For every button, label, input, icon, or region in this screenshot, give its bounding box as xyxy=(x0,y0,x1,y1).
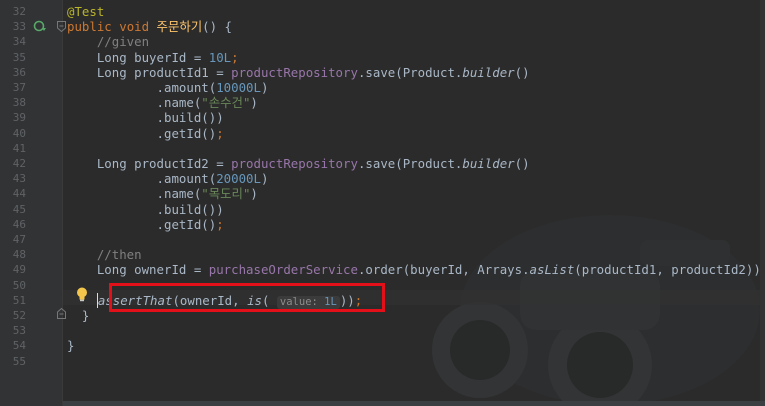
line-number: 38 xyxy=(12,96,26,110)
test-annotation: @Test xyxy=(67,4,105,19)
line-number: 37 xyxy=(12,81,26,94)
code-text: } xyxy=(67,338,75,354)
code-text: .getId() xyxy=(156,216,217,232)
line-number: 50 xyxy=(12,278,26,292)
keyword-public: public xyxy=(67,19,112,35)
code-text: .amount( xyxy=(156,80,217,95)
code-text: Long productId1 = xyxy=(96,64,232,80)
code-text: .name( xyxy=(156,95,202,111)
line-number: 39 xyxy=(12,111,26,125)
line-number: 55 xyxy=(12,354,26,368)
line-number: 51 xyxy=(12,293,26,307)
line-number: 52 xyxy=(12,309,26,322)
code-text: ) xyxy=(250,186,258,202)
line-number: 35 xyxy=(12,50,26,64)
line-number: 53 xyxy=(12,324,26,338)
semicolon: ; xyxy=(216,216,224,232)
run-test-icon[interactable] xyxy=(33,20,47,33)
line-number: 46 xyxy=(12,217,26,231)
horizontal-scrollbar[interactable] xyxy=(63,401,765,406)
static-method: asList xyxy=(529,262,575,278)
number-literal: 10L xyxy=(208,49,232,65)
code-text: (productId1, productId2)) xyxy=(574,262,761,278)
line-number: 32 xyxy=(12,5,26,18)
code-editor[interactable]: 32 @Test 33 public void 주문하기() { 34 //gi… xyxy=(0,0,765,406)
number-literal: 20000L xyxy=(216,171,261,187)
fold-icon[interactable] xyxy=(57,21,66,32)
code-text: .build()) xyxy=(156,110,224,126)
code-text: () xyxy=(514,64,530,80)
semicolon: ; xyxy=(231,49,239,65)
code-text: ) xyxy=(260,171,269,187)
line-number: 42 xyxy=(12,157,26,170)
code-text: Long buyerId = xyxy=(96,49,209,65)
line-number: 47 xyxy=(12,233,26,246)
comment: //given xyxy=(96,34,150,50)
semicolon: ; xyxy=(216,125,224,141)
method-name: 주문하기 xyxy=(156,19,203,35)
lightbulb-icon[interactable] xyxy=(76,287,88,302)
field-ref: purchaseOrderService xyxy=(208,262,358,278)
line-number: 36 xyxy=(12,65,26,79)
vertical-scrollbar[interactable] xyxy=(760,0,765,406)
static-method: builder xyxy=(462,64,515,80)
highlight-box xyxy=(109,283,385,312)
static-method: builder xyxy=(462,156,515,171)
fold-icon[interactable] xyxy=(57,308,66,319)
string-literal: "목도리" xyxy=(201,186,251,202)
field-ref: productRepository xyxy=(231,156,358,171)
line-number: 54 xyxy=(12,339,26,353)
line-number: 49 xyxy=(12,263,26,277)
code-text: .save(Product. xyxy=(357,156,463,171)
code-text: Long productId2 = xyxy=(96,156,232,171)
line-number: 40 xyxy=(12,126,26,140)
line-number: 41 xyxy=(12,141,26,155)
code-text: .getId() xyxy=(156,125,217,141)
line-number: 44 xyxy=(12,187,26,201)
code-text: .save(Product. xyxy=(357,64,463,80)
line-number: 33 xyxy=(12,20,26,34)
code-text: .amount( xyxy=(156,171,217,187)
code-text: .name( xyxy=(156,186,202,202)
code-text: .order(buyerId, Arrays. xyxy=(357,262,530,278)
string-literal: "손수건" xyxy=(201,95,251,111)
code-text: () xyxy=(514,156,530,171)
number-literal: 10000L xyxy=(216,80,261,95)
code-text: () { xyxy=(202,19,232,35)
line-number: 45 xyxy=(12,202,26,216)
comment: //then xyxy=(96,247,142,263)
code-text: ) xyxy=(260,80,269,95)
code-text: ) xyxy=(250,95,258,111)
line-number: 48 xyxy=(12,248,26,262)
keyword-void: void xyxy=(119,19,150,35)
code-text: Long ownerId = xyxy=(96,262,209,278)
code-text: .build()) xyxy=(156,201,224,217)
line-number: 34 xyxy=(12,35,26,49)
field-ref: productRepository xyxy=(231,64,358,80)
line-number: 43 xyxy=(12,172,26,186)
code-text: } xyxy=(81,308,90,323)
